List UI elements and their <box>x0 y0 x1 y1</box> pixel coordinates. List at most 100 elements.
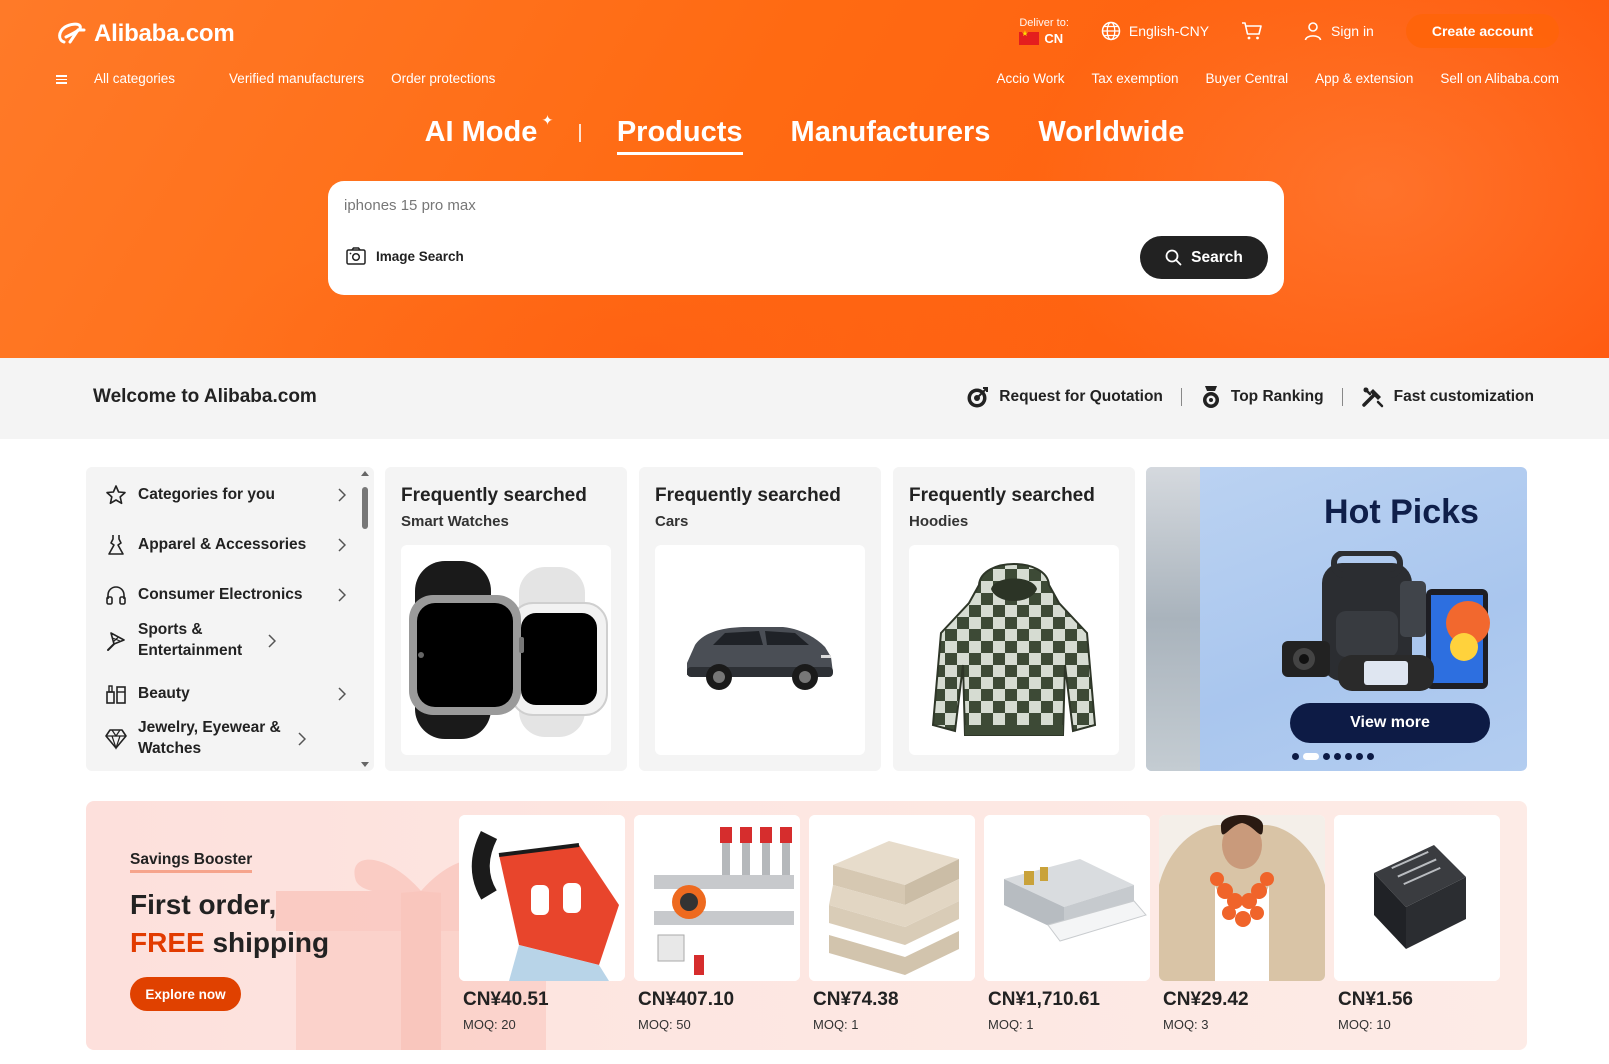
product-price: CN¥1,710.61 <box>988 989 1100 1010</box>
deliver-to-selector[interactable]: Deliver to: CN <box>1019 17 1069 46</box>
nav-order-protections[interactable]: Order protections <box>391 71 495 86</box>
user-icon <box>1304 22 1322 41</box>
quick-links: Request for Quotation Top Ranking Fast c… <box>966 385 1534 409</box>
search-button[interactable]: Search <box>1140 236 1268 279</box>
search-input[interactable] <box>344 197 1044 214</box>
nav-sell-on-alibaba[interactable]: Sell on Alibaba.com <box>1440 71 1559 86</box>
frequent-card-smart-watches[interactable]: Frequently searched Smart Watches <box>385 467 627 771</box>
category-scrollbar[interactable] <box>360 471 370 767</box>
medal-icon <box>1202 386 1219 408</box>
menu-icon <box>56 73 67 86</box>
dress-icon <box>104 533 128 557</box>
category-label: Categories for you <box>138 485 275 503</box>
china-flag-icon <box>1019 29 1040 45</box>
all-categories-menu[interactable]: All categories <box>56 71 202 86</box>
smart-watches-image <box>401 545 611 755</box>
alibaba-logo[interactable]: Alibaba.com <box>56 20 235 48</box>
nav-accio-work[interactable]: Accio Work <box>996 71 1064 86</box>
product-card[interactable]: CN¥29.42 MOQ: 3 <box>1159 815 1325 1032</box>
product-card[interactable]: CN¥1.56 MOQ: 10 <box>1334 815 1500 1032</box>
diamond-icon <box>104 727 128 751</box>
language-currency-selector[interactable]: English-CNY <box>1101 21 1209 41</box>
sparkle-icon: ✦ <box>541 112 554 128</box>
scroll-thumb[interactable] <box>362 487 368 529</box>
nav-verified-manufacturers[interactable]: Verified manufacturers <box>229 71 364 86</box>
category-item-sports[interactable]: Sports & Entertainment <box>86 617 354 665</box>
sign-in-link[interactable]: Sign in <box>1303 21 1374 41</box>
savings-headline-line1: First order, <box>130 889 277 920</box>
scroll-up-arrow-icon[interactable] <box>361 471 369 476</box>
language-label: English-CNY <box>1128 23 1210 39</box>
nav-buyer-central[interactable]: Buyer Central <box>1206 71 1289 86</box>
product-moq: MOQ: 10 <box>1338 1017 1391 1032</box>
create-account-button[interactable]: Create account <box>1405 14 1559 48</box>
image-search-label: Image Search <box>376 248 464 264</box>
top-ranking-label: Top Ranking <box>1230 388 1324 405</box>
logo-text: Alibaba.com <box>94 20 235 47</box>
cart-button[interactable] <box>1241 21 1271 41</box>
category-label: Consumer Electronics <box>138 585 303 603</box>
frequent-card-subtitle: Hoodies <box>909 513 969 530</box>
hot-picks-title: Hot Picks <box>1324 493 1479 531</box>
top-ranking-link[interactable]: Top Ranking <box>1200 385 1324 409</box>
tools-icon <box>1361 387 1383 408</box>
frequent-card-cars[interactable]: Frequently searched Cars <box>639 467 881 771</box>
chevron-right-icon <box>298 732 306 746</box>
product-card[interactable]: CN¥40.51 MOQ: 20 <box>459 815 625 1032</box>
fast-customization-label: Fast customization <box>1393 388 1534 405</box>
carousel-dot[interactable] <box>1334 753 1341 760</box>
category-item-electronics[interactable]: Consumer Electronics <box>86 577 354 613</box>
cosmetics-icon <box>104 682 128 706</box>
image-search-button[interactable]: Image Search <box>346 247 464 265</box>
carousel-dot[interactable] <box>1367 753 1374 760</box>
fast-customization-link[interactable]: Fast customization <box>1361 385 1534 409</box>
carousel-dot-active[interactable] <box>1303 753 1319 760</box>
chevron-right-icon <box>338 538 346 552</box>
frequent-card-title: Frequently searched <box>655 485 841 506</box>
product-image <box>1159 815 1325 981</box>
search-mode-tabs: AI Mode ✦ Products Manufacturers Worldwi… <box>0 112 1609 155</box>
deliver-country: CN <box>1019 29 1069 46</box>
nav-app-extension[interactable]: App & extension <box>1315 71 1413 86</box>
category-item-beauty[interactable]: Beauty <box>86 676 354 712</box>
scroll-down-arrow-icon[interactable] <box>361 762 369 767</box>
carousel-dot[interactable] <box>1323 753 1330 760</box>
sub-navigation: All categories Verified manufacturers Or… <box>56 71 1559 86</box>
product-moq: MOQ: 50 <box>638 1017 691 1032</box>
tab-ai-mode[interactable]: AI Mode ✦ <box>425 112 554 149</box>
product-image <box>809 815 975 981</box>
request-for-quotation-link[interactable]: Request for Quotation <box>966 385 1163 409</box>
link-divider <box>1180 388 1182 406</box>
category-item-jewelry[interactable]: Jewelry, Eyewear & Watches <box>86 715 354 763</box>
hot-picks-banner[interactable]: Hot Picks View more <box>1146 467 1527 771</box>
category-item-for-you[interactable]: Categories for you <box>86 477 354 513</box>
nav-tax-exemption[interactable]: Tax exemption <box>1092 71 1179 86</box>
frequent-card-title: Frequently searched <box>909 485 1095 506</box>
frequent-card-hoodies[interactable]: Frequently searched Hoodies <box>893 467 1135 771</box>
product-image <box>1334 815 1500 981</box>
product-card[interactable]: CN¥407.10 MOQ: 50 <box>634 815 800 1032</box>
product-moq: MOQ: 1 <box>988 1017 1034 1032</box>
explore-now-button[interactable]: Explore now <box>130 977 241 1011</box>
carousel-dot[interactable] <box>1356 753 1363 760</box>
cart-icon <box>1242 22 1262 40</box>
product-price: CN¥1.56 <box>1338 989 1413 1010</box>
product-image <box>459 815 625 981</box>
product-card[interactable]: CN¥74.38 MOQ: 1 <box>809 815 975 1032</box>
product-card[interactable]: CN¥1,710.61 MOQ: 1 <box>984 815 1150 1032</box>
product-moq: MOQ: 1 <box>813 1017 859 1032</box>
globe-icon <box>1101 21 1121 41</box>
carousel-dot[interactable] <box>1292 753 1299 760</box>
view-more-button[interactable]: View more <box>1290 703 1490 743</box>
header-actions: Deliver to: CN English-CNY <box>1019 14 1559 48</box>
star-icon <box>104 483 128 507</box>
category-item-apparel[interactable]: Apparel & Accessories <box>86 527 354 563</box>
carousel-dot[interactable] <box>1345 753 1352 760</box>
free-highlight: FREE <box>130 927 205 958</box>
tab-worldwide[interactable]: Worldwide <box>1038 116 1184 149</box>
all-categories-label: All categories <box>94 71 176 86</box>
tab-products[interactable]: Products <box>616 116 743 155</box>
frequent-card-subtitle: Smart Watches <box>401 513 509 530</box>
tab-manufacturers[interactable]: Manufacturers <box>791 116 991 149</box>
chevron-right-icon <box>268 634 276 648</box>
